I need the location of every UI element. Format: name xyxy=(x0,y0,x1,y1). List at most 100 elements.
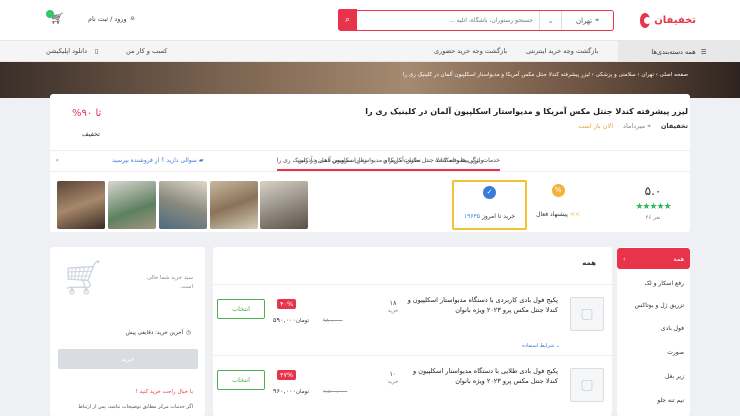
last-purchase: ◷ آخرین خرید: دقایقی پیش xyxy=(126,330,191,336)
hero-banner xyxy=(0,62,740,98)
sidebar-item-botox[interactable]: تزریق ژل و بوتاکس xyxy=(635,302,684,309)
offer-arrow-icon: << xyxy=(569,211,580,218)
cart-panel: 🛒︎ سبد خرید شما خالی است. ◷ آخرین خرید: د… xyxy=(50,247,205,416)
category-sidebar: همه ‹ رفع اسکار و لک تزریق ژل و بوتاکس فو… xyxy=(617,247,690,416)
package-new-price: ۵۹۰,۰۰۰تومان xyxy=(273,316,309,324)
new-price-value: ۵۹۰,۰۰۰ xyxy=(273,316,297,324)
package-image-icon: ▢ xyxy=(570,368,604,402)
package-discount-badge: ۴۷% xyxy=(277,370,297,380)
city-selector[interactable]: ⌖ تهران xyxy=(561,11,613,30)
tab-features[interactable]: ویژگی ها و امکانات xyxy=(435,157,484,164)
package-terms-link[interactable]: شرایط استفاده ⌄ xyxy=(522,343,560,349)
buy-button[interactable]: خرید xyxy=(58,349,198,369)
package-count: ۱۰ خرید xyxy=(383,370,403,387)
search-input[interactable] xyxy=(357,11,539,30)
gallery-image[interactable] xyxy=(210,181,258,229)
page-title: لیزر پیشرفته کندلا جنتل مکس آمریکا و مدی… xyxy=(365,107,688,116)
breadcrumb[interactable]: صفحه اصلی › تهران › سلامتی و پزشکی › لیز… xyxy=(403,72,688,78)
select-package-button[interactable]: انتخاب xyxy=(217,370,265,390)
tab-ask-seller[interactable]: سوالی دارید ؟ از فروشنده بپرسید ▰ xyxy=(112,157,204,164)
select-package-button[interactable]: انتخاب xyxy=(217,299,265,319)
product-tabs: خدمات لیزر پیشرفته کندلا جنتل مکس آمریکا… xyxy=(50,150,690,172)
package-count: ۱۸ خرید xyxy=(383,299,403,316)
nav-item-online-cashback[interactable]: بازگشت وجه خرید اینترنتی xyxy=(526,47,598,55)
sidebar-item-scar[interactable]: رفع اسکار و لک xyxy=(644,280,684,287)
logo-mark-icon xyxy=(640,12,652,28)
sidebar-item-front-torso[interactable]: نیم تنه جلو xyxy=(657,397,684,404)
discount-label: تخفیف xyxy=(82,130,100,138)
login-label: ورود / ثبت نام xyxy=(88,14,127,23)
package-new-price: ۹۶۰,۰۰۰تومان xyxy=(273,387,309,395)
all-categories-label: همه دسته‌بندی‌ها xyxy=(651,47,696,56)
vendor-status: الان باز است xyxy=(578,122,614,130)
empty-cart-text: سبد خرید شما خالی است. xyxy=(146,275,193,290)
tabs-prev-icon[interactable]: ‹ xyxy=(56,157,58,164)
package-count-label: خرید xyxy=(387,308,399,315)
package-old-price: ۱,۸۰۰,۰۰۰ xyxy=(323,389,348,395)
active-offers[interactable]: % پیشنهاد فعال << xyxy=(530,184,586,218)
rating-stars-icon: ★★★★★ xyxy=(635,202,671,212)
cart-button[interactable]: 🛒︎ ۰ xyxy=(46,10,64,26)
tab-reviews[interactable]: نظرات کاربران xyxy=(383,157,421,164)
safe-purchase-title: با خیال راحت خرید کنید ! xyxy=(135,389,193,395)
login-link[interactable]: ورود / ثبت نام ⍝ xyxy=(88,14,135,23)
currency-label: تومان xyxy=(296,389,310,395)
gallery-image[interactable] xyxy=(108,181,156,229)
gallery-image[interactable] xyxy=(57,181,105,229)
tab-hours-address[interactable]: زمان سرویس دهی و آدرس xyxy=(298,157,367,164)
offer-label: پیشنهاد فعال xyxy=(536,211,568,218)
package-count-label: خرید xyxy=(387,379,399,386)
package-image-icon: ▢ xyxy=(570,297,604,331)
package-discount-badge: ۴۰% xyxy=(277,299,297,309)
sidebar-item-underarm[interactable]: زیر بغل xyxy=(665,373,684,380)
ask-seller-label: سوالی دارید ؟ از فروشنده بپرسید xyxy=(112,157,197,164)
discount-value: ۹۰% xyxy=(72,108,93,119)
check-icon: ✓ xyxy=(483,186,496,199)
rating-summary: ۵.۰ ★★★★★ ۴۶ نفر xyxy=(622,184,684,221)
sidebar-item-face[interactable]: صورت xyxy=(667,349,684,356)
search-icon: ⌕ xyxy=(344,14,351,25)
list-item: ▢ پکیج فول بادی کاربردی با دستگاه مدیواس… xyxy=(213,284,612,349)
clock-icon: ◷ xyxy=(186,330,191,336)
main-nav: همه دسته‌بندی‌ها ☰ بازگشت وجه خرید اینتر… xyxy=(0,40,740,62)
user-icon: ⍝ xyxy=(130,14,135,22)
purchase-count: ۱۹۶۳۵ xyxy=(463,213,481,220)
header: تخفیفان ⌖ تهران ⌄ ⌕ ورود / ثبت نام ⍝ 🛒︎ … xyxy=(0,0,740,40)
location-pin-icon: ⌖ xyxy=(595,16,600,24)
nav-item-offline-cashback[interactable]: بازگشت وجه خرید حضوری xyxy=(434,47,507,55)
package-count-value: ۱۰ xyxy=(389,370,397,378)
cart-badge: ۰ xyxy=(46,10,54,18)
download-app-label: دانلود اپلیکیشن xyxy=(46,47,88,55)
vendor-brand[interactable]: تخفیفان xyxy=(661,122,688,131)
nav-item-my-business[interactable]: کسب و کار من xyxy=(126,47,167,55)
package-title: پکیج فول بادی طلایی با دستگاه مدیواستار … xyxy=(413,367,558,386)
all-categories-button[interactable]: همه دسته‌بندی‌ها ☰ xyxy=(618,41,740,62)
purchase-count-label: خرید تا امروز xyxy=(481,213,516,220)
currency-label: تومان xyxy=(296,318,310,324)
search-button[interactable]: ⌕ xyxy=(338,9,357,30)
percent-icon: % xyxy=(551,184,565,197)
last-purchase-label: آخرین خرید: دقایقی پیش xyxy=(125,330,184,336)
gallery-image[interactable] xyxy=(260,181,308,229)
list-header: همه xyxy=(582,259,596,267)
discount-prefix: تا xyxy=(95,108,102,119)
empty-cart-icon: 🛒︎ xyxy=(61,258,105,298)
vendor-info: تخفیفان ⌖ میرداماد الان باز است xyxy=(578,122,688,131)
package-count-value: ۱۸ xyxy=(389,299,397,307)
sidebar-item-full-body[interactable]: فول بادی xyxy=(661,325,684,332)
gallery-image[interactable] xyxy=(159,181,207,229)
max-discount: تا ۹۰% xyxy=(72,108,101,119)
nav-item-download-app[interactable]: دانلود اپلیکیشن ▯ xyxy=(46,47,99,55)
rating-count: ۴۶ نفر xyxy=(645,215,661,221)
vendor-location: ⌖ میرداماد xyxy=(623,122,651,130)
list-item: ▢ پکیج فول بادی طلایی با دستگاه مدیواستا… xyxy=(213,355,612,416)
safe-purchase-note: اگر خدمات مرکز مطابق توضیحات نباشد، پس ا… xyxy=(78,404,193,410)
purchase-count-box: ✓ ۱۹۶۳۵ خرید تا امروز xyxy=(452,180,527,230)
chevron-left-icon: ‹ xyxy=(623,255,626,263)
sidebar-header[interactable]: همه ‹ xyxy=(617,248,690,269)
search-bar: ⌖ تهران ⌄ ⌕ xyxy=(338,9,614,31)
sidebar-header-label: همه xyxy=(673,255,684,263)
city-dropdown-icon[interactable]: ⌄ xyxy=(539,11,561,30)
logo-text: تخفیفان xyxy=(654,14,696,26)
logo[interactable]: تخفیفان xyxy=(640,11,696,29)
